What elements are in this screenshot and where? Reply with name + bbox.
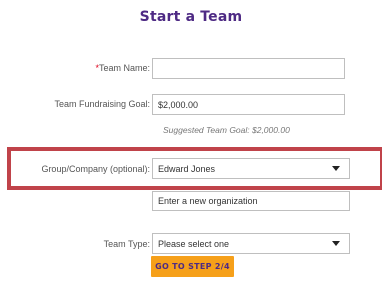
team-type-select[interactable]: Please select one xyxy=(152,233,350,254)
fundraising-goal-label: Team Fundraising Goal: xyxy=(54,99,150,109)
team-name-label-text: Team Name: xyxy=(98,63,150,73)
new-organization-input[interactable]: Enter a new organization xyxy=(152,191,350,211)
group-company-selected: Edward Jones xyxy=(158,163,216,174)
page-title: Start a Team xyxy=(139,9,243,25)
team-name-input[interactable] xyxy=(152,58,345,79)
team-type-label: Team Type: xyxy=(103,239,150,249)
chevron-down-icon xyxy=(332,166,340,171)
group-company-label: Group/Company (optional): xyxy=(41,164,150,174)
group-company-select[interactable]: Edward Jones xyxy=(152,158,350,179)
chevron-down-icon xyxy=(332,241,340,246)
team-name-label: *Team Name: xyxy=(0,63,150,73)
go-to-step-button[interactable]: GO TO STEP 2/4 xyxy=(151,256,234,277)
team-type-selected: Please select one xyxy=(158,238,230,249)
fundraising-goal-input[interactable]: $2,000.00 xyxy=(152,94,345,115)
suggested-goal-hint: Suggested Team Goal: $2,000.00 xyxy=(163,125,290,135)
